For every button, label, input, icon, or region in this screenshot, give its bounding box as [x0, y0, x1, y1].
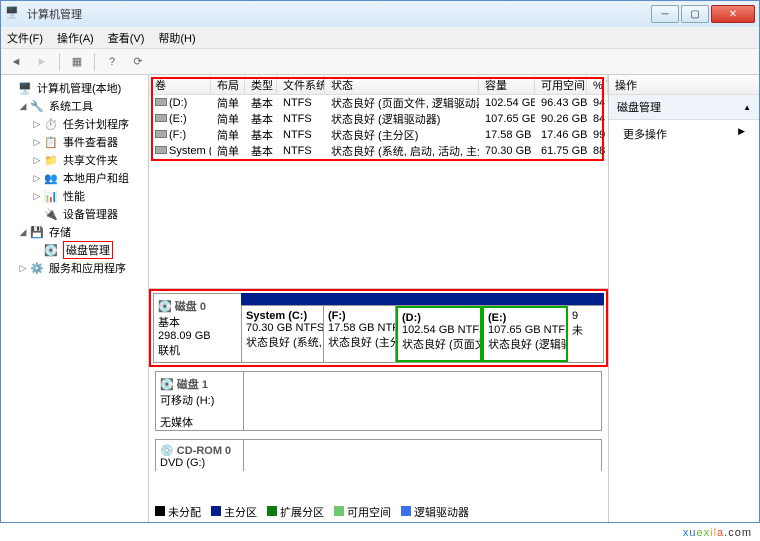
- chevron-right-icon: ▶: [738, 126, 745, 137]
- partition-c[interactable]: System (C:) 70.30 GB NTFS 状态良好 (系统, 启: [242, 306, 324, 362]
- actions-header: 操作: [609, 75, 759, 95]
- table-row[interactable]: (F:)简单基本NTFS状态良好 (主分区)17.58 GB17.46 GB99…: [149, 127, 608, 143]
- tree-storage[interactable]: ◢💾存储: [3, 223, 146, 241]
- disk-icon: 💽 磁盘 0: [158, 298, 237, 314]
- col-free[interactable]: 可用空间: [535, 75, 587, 94]
- actions-pane: 操作 磁盘管理 ▲ 更多操作 ▶: [609, 75, 759, 522]
- back-button[interactable]: ◄: [5, 51, 27, 73]
- col-layout[interactable]: 布局: [211, 75, 245, 94]
- tree-task-scheduler[interactable]: ▷⏱️任务计划程序: [3, 115, 146, 133]
- disk-0-section[interactable]: 💽 磁盘 0 基本 298.09 GB 联机 System (C:) 70.30…: [149, 289, 608, 367]
- disk-icon: 💽 磁盘 1: [160, 376, 239, 392]
- disk-0-state: 联机: [158, 342, 237, 358]
- disk-0-size: 298.09 GB: [158, 330, 237, 342]
- partition-d[interactable]: (D:) 102.54 GB NTFS 状态良好 (页面文: [396, 306, 482, 362]
- col-pct[interactable]: % 可F: [587, 75, 608, 94]
- tree-shared-folders[interactable]: ▷📁共享文件夹: [3, 151, 146, 169]
- menu-file[interactable]: 文件(F): [7, 30, 43, 46]
- title-bar: 🖥️ 计算机管理 ─ ▢ ✕: [1, 1, 759, 27]
- tree-performance[interactable]: ▷📊性能: [3, 187, 146, 205]
- forward-button[interactable]: ►: [31, 51, 53, 73]
- menu-action[interactable]: 操作(A): [57, 30, 94, 46]
- disk-1-state: 无媒体: [160, 414, 239, 430]
- minimize-button[interactable]: ─: [651, 5, 679, 23]
- watermark: xuexila.com: [683, 523, 752, 539]
- partition-bar: [241, 293, 604, 305]
- menu-help[interactable]: 帮助(H): [158, 30, 195, 46]
- disk-1-empty[interactable]: [243, 371, 602, 431]
- disk-1-type: 可移动 (H:): [160, 392, 239, 408]
- table-row[interactable]: (D:)简单基本NTFS状态良好 (页面文件, 逻辑驱动器)102.54 GB9…: [149, 95, 608, 111]
- help-button[interactable]: ?: [101, 51, 123, 73]
- close-button[interactable]: ✕: [711, 5, 755, 23]
- toolbar: ◄ ► ▦ ? ⟳: [1, 49, 759, 75]
- maximize-button[interactable]: ▢: [681, 5, 709, 23]
- cdrom-sub: DVD (G:): [160, 457, 239, 469]
- menu-bar: 文件(F) 操作(A) 查看(V) 帮助(H): [1, 27, 759, 49]
- disk-0-type: 基本: [158, 314, 237, 330]
- cdrom-empty[interactable]: [243, 439, 602, 471]
- actions-more[interactable]: 更多操作 ▶: [609, 120, 759, 148]
- table-row[interactable]: (E:)简单基本NTFS状态良好 (逻辑驱动器)107.65 GB90.26 G…: [149, 111, 608, 127]
- partition-tail[interactable]: 9未: [568, 306, 603, 362]
- col-volume[interactable]: 卷: [149, 75, 211, 94]
- table-header: 卷 布局 类型 文件系统 状态 容量 可用空间 % 可F: [149, 75, 608, 95]
- tree-services-apps[interactable]: ▷⚙️服务和应用程序: [3, 259, 146, 277]
- disk-1-section[interactable]: 💽 磁盘 1 可移动 (H:) 无媒体: [149, 367, 608, 435]
- volume-list[interactable]: 卷 布局 类型 文件系统 状态 容量 可用空间 % 可F (D:)简单基本NTF…: [149, 75, 608, 289]
- tree-event-viewer[interactable]: ▷📋事件查看器: [3, 133, 146, 151]
- views-button[interactable]: ▦: [66, 51, 88, 73]
- refresh-button[interactable]: ⟳: [127, 51, 149, 73]
- window-title: 计算机管理: [27, 6, 649, 22]
- table-row[interactable]: System (C:)简单基本NTFS状态良好 (系统, 启动, 活动, 主分区…: [149, 143, 608, 159]
- nav-tree[interactable]: 🖥️计算机管理(本地) ◢🔧系统工具 ▷⏱️任务计划程序 ▷📋事件查看器 ▷📁共…: [1, 75, 149, 522]
- toolbar-divider: [94, 53, 95, 71]
- actions-category[interactable]: 磁盘管理 ▲: [609, 95, 759, 120]
- partition-e[interactable]: (E:) 107.65 GB NTFS 状态良好 (逻辑驱: [482, 306, 568, 362]
- cdrom-section[interactable]: 💿 CD-ROM 0 DVD (G:): [149, 435, 608, 471]
- disk-1-info[interactable]: 💽 磁盘 1 可移动 (H:) 无媒体: [155, 371, 243, 431]
- legend: 未分配 主分区 扩展分区 可用空间 逻辑驱动器: [155, 504, 469, 520]
- menu-view[interactable]: 查看(V): [108, 30, 145, 46]
- col-capacity[interactable]: 容量: [479, 75, 535, 94]
- disk-graphical-view[interactable]: 💽 磁盘 0 基本 298.09 GB 联机 System (C:) 70.30…: [149, 289, 608, 522]
- disk-0-info[interactable]: 💽 磁盘 0 基本 298.09 GB 联机: [153, 293, 241, 363]
- tree-local-users[interactable]: ▷👥本地用户和组: [3, 169, 146, 187]
- collapse-icon[interactable]: ▲: [743, 103, 751, 112]
- col-type[interactable]: 类型: [245, 75, 277, 94]
- partition-f[interactable]: (F:) 17.58 GB NTF 状态良好 (主分: [324, 306, 396, 362]
- col-filesystem[interactable]: 文件系统: [277, 75, 325, 94]
- toolbar-divider: [59, 53, 60, 71]
- col-status[interactable]: 状态: [325, 75, 479, 94]
- tree-system-tools[interactable]: ◢🔧系统工具: [3, 97, 146, 115]
- cdrom-icon: 💿 CD-ROM 0: [160, 444, 239, 457]
- tree-device-manager[interactable]: 🔌设备管理器: [3, 205, 146, 223]
- app-icon: 🖥️: [5, 6, 21, 22]
- cdrom-info[interactable]: 💿 CD-ROM 0 DVD (G:): [155, 439, 243, 471]
- tree-disk-management[interactable]: 💽磁盘管理: [3, 241, 146, 259]
- tree-root[interactable]: 🖥️计算机管理(本地): [3, 79, 146, 97]
